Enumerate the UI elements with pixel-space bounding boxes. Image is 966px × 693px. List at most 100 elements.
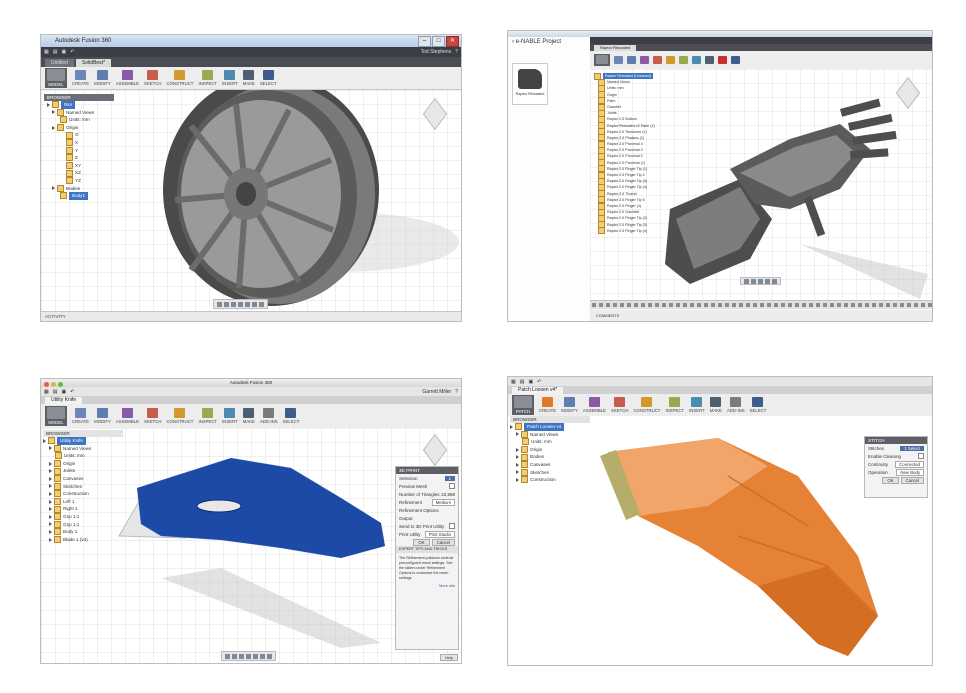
grid-menu-icon[interactable]: ▦ bbox=[511, 379, 516, 385]
browser-item[interactable]: Named Views bbox=[510, 430, 590, 439]
tool-create[interactable] bbox=[614, 55, 623, 65]
browser-item[interactable]: Origin bbox=[510, 446, 590, 454]
display-icon[interactable] bbox=[253, 653, 258, 659]
browser-item[interactable]: Origin bbox=[44, 124, 114, 132]
save-icon[interactable]: ▣ bbox=[61, 389, 66, 395]
grid-icon[interactable] bbox=[260, 653, 265, 659]
pan-icon[interactable] bbox=[224, 301, 229, 307]
tool-sketch[interactable]: SKETCH bbox=[144, 70, 161, 86]
workspace-switcher[interactable]: PATCH bbox=[512, 395, 534, 415]
tool-assemble[interactable]: ASSEMBLE bbox=[116, 70, 139, 86]
browser-item[interactable]: Joints bbox=[43, 467, 123, 475]
browser-item[interactable]: Grip 1:1 bbox=[43, 520, 123, 529]
expand-icon[interactable] bbox=[43, 438, 46, 443]
browser-header[interactable]: BROWSER bbox=[44, 94, 114, 101]
refinement-dropdown[interactable]: Medium bbox=[431, 498, 455, 506]
browser-item[interactable]: YZ bbox=[44, 177, 114, 185]
navigation-bar[interactable] bbox=[221, 651, 276, 661]
ok-button[interactable]: OK bbox=[882, 476, 899, 484]
expand-icon[interactable] bbox=[52, 125, 55, 130]
fit-icon[interactable] bbox=[246, 653, 251, 659]
tool-make[interactable]: MAKE bbox=[243, 70, 255, 86]
zoom-icon[interactable] bbox=[239, 653, 244, 659]
tool-modify[interactable]: MODIFY bbox=[561, 397, 578, 413]
browser-item[interactable]: Right 1 bbox=[43, 505, 123, 513]
zoom-icon[interactable] bbox=[231, 301, 236, 307]
preview-checkbox[interactable] bbox=[449, 483, 455, 489]
browser-item[interactable]: Body1 bbox=[44, 192, 114, 200]
browser-item[interactable]: Grip 1:1 bbox=[43, 513, 123, 521]
display-icon[interactable] bbox=[245, 301, 250, 307]
expand-icon[interactable] bbox=[516, 462, 519, 467]
browser-header[interactable]: BROWSER bbox=[43, 430, 123, 437]
fit-icon[interactable] bbox=[765, 278, 770, 284]
close-dot[interactable] bbox=[44, 382, 49, 387]
maximize-button[interactable]: □ bbox=[432, 36, 445, 47]
browser-item[interactable]: Construction bbox=[43, 490, 123, 498]
tool-assemble[interactable]: ASSEMBLE bbox=[116, 408, 139, 424]
pan-icon[interactable] bbox=[232, 653, 237, 659]
expand-icon[interactable] bbox=[516, 432, 519, 437]
tool-select[interactable]: SELECT bbox=[283, 408, 299, 424]
close-button[interactable]: ✕ bbox=[446, 36, 459, 47]
expand-icon[interactable] bbox=[49, 522, 52, 527]
orbit-icon[interactable] bbox=[744, 278, 749, 284]
browser-item[interactable]: Named Views bbox=[44, 108, 114, 117]
stitch-select-button[interactable]: 1 Select bbox=[900, 445, 924, 451]
timeline-bar[interactable] bbox=[590, 300, 932, 309]
back-arrow-icon[interactable]: ‹ bbox=[512, 39, 514, 45]
browser-item[interactable]: Blade 1 (v4) bbox=[43, 536, 123, 544]
canvas-viewport[interactable]: BROWSER Utility Knife Named Views Units:… bbox=[41, 428, 461, 663]
browser-item[interactable]: Sketches bbox=[43, 482, 123, 491]
browser-item[interactable]: Y bbox=[44, 146, 114, 155]
browser-item[interactable]: Raptor 2.0 Finger Tip (4) bbox=[594, 227, 666, 235]
tool-construct[interactable]: CONSTRUCT bbox=[166, 70, 193, 86]
tool-select[interactable] bbox=[731, 55, 740, 65]
expand-icon[interactable] bbox=[49, 469, 52, 474]
expand-icon[interactable] bbox=[49, 537, 52, 542]
refinement-options-toggle[interactable]: Refinement Options bbox=[396, 506, 458, 514]
tool-add-ins[interactable]: ADD-INS bbox=[260, 408, 278, 424]
expand-icon[interactable] bbox=[49, 484, 52, 489]
browser-header[interactable]: BROWSER bbox=[510, 416, 590, 423]
browser-item[interactable]: Units: mm bbox=[44, 116, 114, 124]
tool-add-ins[interactable]: ADD-INS bbox=[727, 397, 745, 413]
tool-3dprint[interactable] bbox=[718, 55, 727, 65]
expand-icon[interactable] bbox=[47, 102, 50, 107]
tool-insert[interactable]: INSERT bbox=[222, 70, 238, 86]
browser-item[interactable]: Bodies bbox=[510, 453, 590, 461]
tool-modify[interactable]: MODIFY bbox=[94, 408, 111, 424]
canvas-viewport[interactable]: BROWSER Rim Named Views Units: mm Origin… bbox=[41, 90, 461, 311]
navigation-bar[interactable] bbox=[213, 299, 268, 309]
tool-sketch[interactable]: SKETCH bbox=[611, 397, 628, 413]
user-name[interactable]: Garrett Miller bbox=[422, 389, 451, 395]
help-icon[interactable]: ? bbox=[455, 49, 458, 55]
workspace-switcher[interactable]: MODEL bbox=[45, 68, 67, 88]
grid-menu-icon[interactable]: ▦ bbox=[44, 49, 49, 55]
workspace-switcher[interactable] bbox=[594, 54, 610, 66]
print-utility-dropdown[interactable]: Print Studio bbox=[424, 530, 455, 538]
project-title[interactable]: e-NABLE Project bbox=[516, 39, 561, 45]
tool-make[interactable]: MAKE bbox=[710, 397, 722, 413]
expand-icon[interactable] bbox=[510, 424, 513, 429]
browser-item[interactable]: Bodies bbox=[44, 184, 114, 193]
browser-item[interactable]: Canvases bbox=[43, 475, 123, 483]
browser-item[interactable]: Z bbox=[44, 154, 114, 162]
expand-icon[interactable] bbox=[52, 110, 55, 115]
browser-item[interactable]: Utility Knife bbox=[43, 437, 123, 445]
browser-item[interactable]: Body 1 bbox=[43, 528, 123, 536]
comments-label[interactable]: COMMENTS bbox=[596, 313, 619, 318]
tool-select[interactable]: SELECT bbox=[260, 70, 277, 86]
browser-item[interactable]: Units: mm bbox=[43, 452, 123, 460]
tool-make[interactable] bbox=[705, 55, 714, 65]
navigation-bar[interactable] bbox=[740, 277, 781, 285]
browser-item[interactable]: X bbox=[44, 139, 114, 147]
undo-icon[interactable]: ↶ bbox=[537, 379, 541, 385]
browser-item[interactable]: Sketches bbox=[510, 468, 590, 477]
fit-icon[interactable] bbox=[238, 301, 243, 307]
cleaning-checkbox[interactable] bbox=[918, 453, 924, 459]
browser-item[interactable]: O bbox=[44, 131, 114, 139]
tab-active[interactable]: Utility Knife bbox=[45, 397, 83, 404]
continuity-dropdown[interactable]: Connected bbox=[895, 460, 924, 468]
browser-item[interactable]: XZ bbox=[44, 169, 114, 177]
